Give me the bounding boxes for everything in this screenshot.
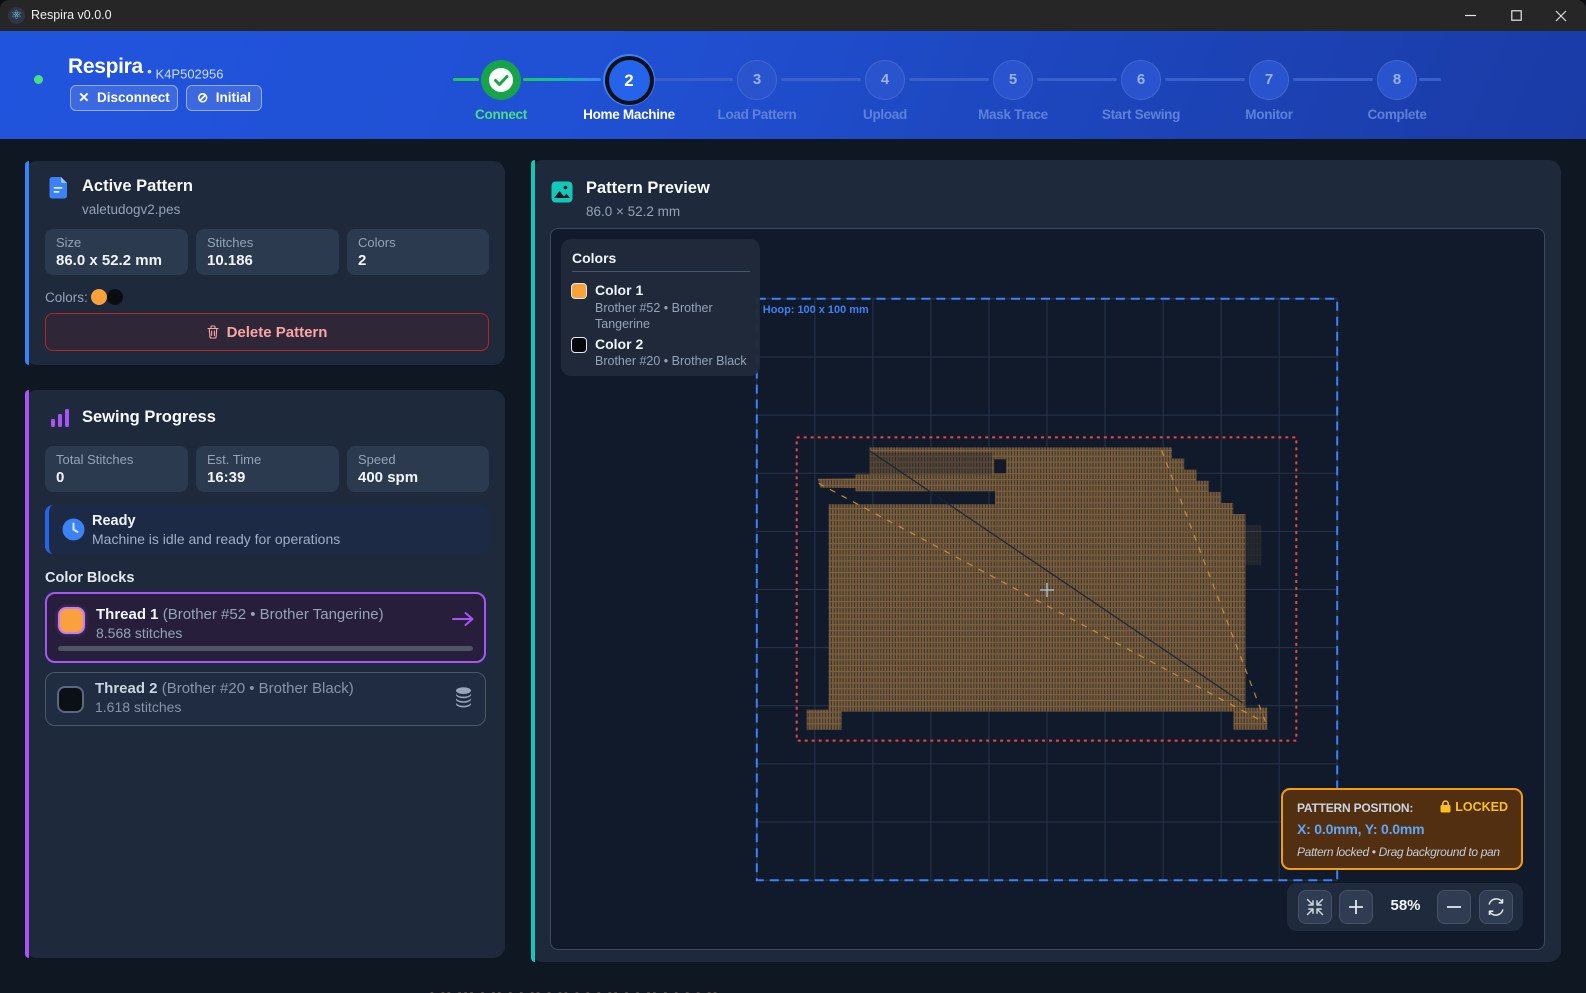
svg-text:Hoop: 100 x 100 mm: Hoop: 100 x 100 mm	[763, 304, 869, 316]
